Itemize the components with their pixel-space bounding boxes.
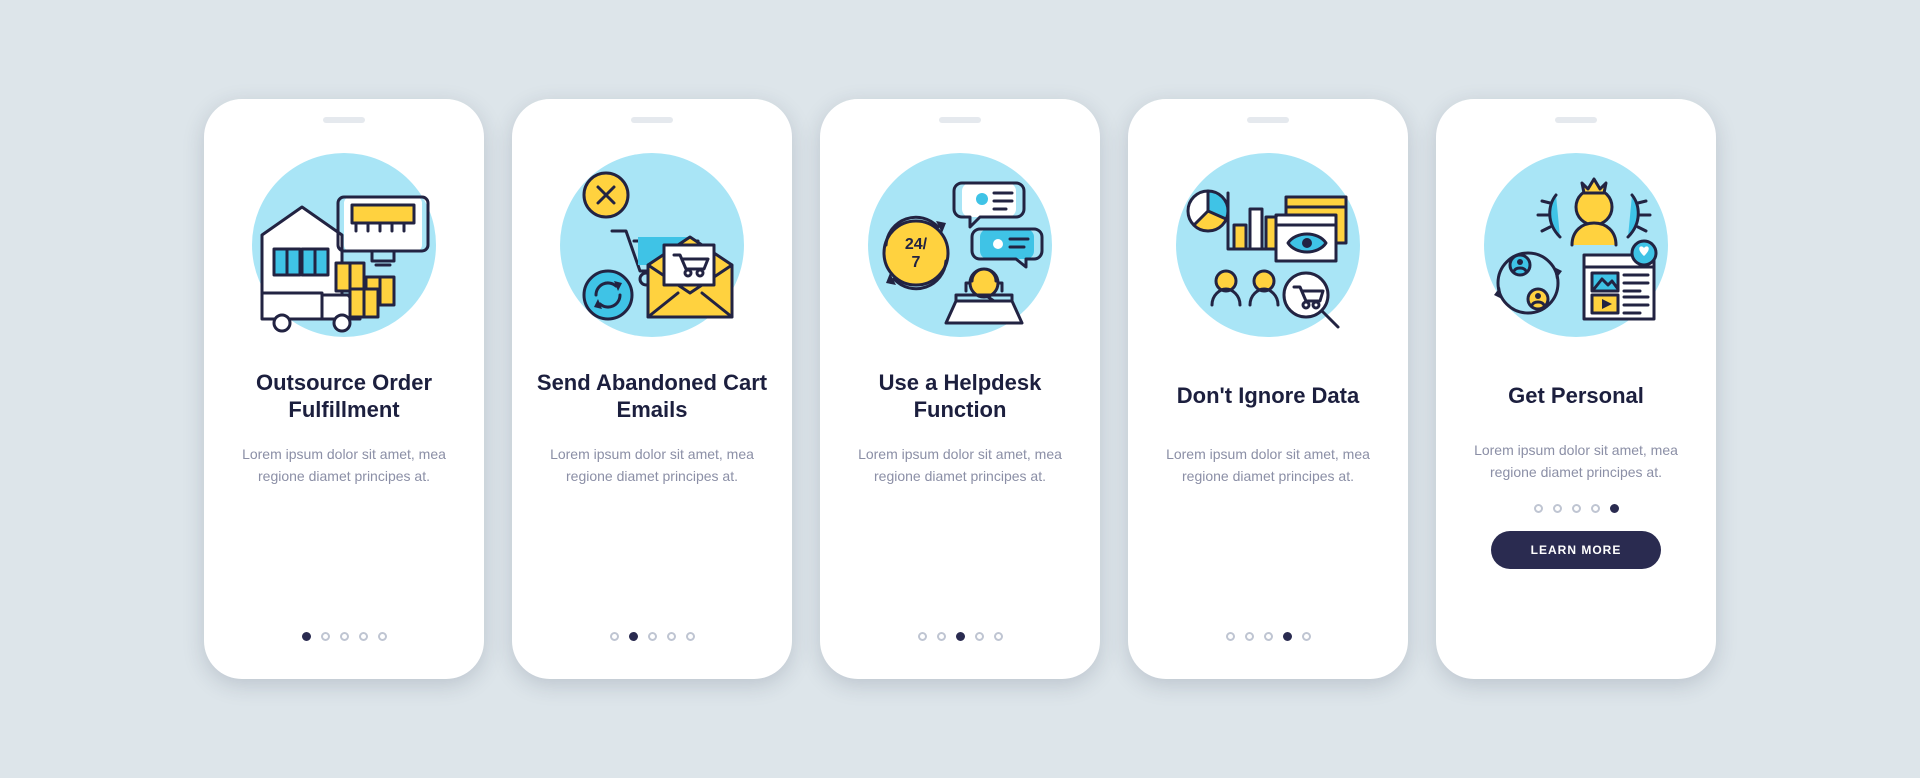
page-dot[interactable]	[1283, 632, 1292, 641]
onboarding-card: Outsource Order Fulfillment Lorem ipsum …	[204, 99, 484, 679]
page-dot[interactable]	[378, 632, 387, 641]
warehouse-shipping-icon	[244, 145, 444, 345]
page-dot[interactable]	[1610, 504, 1619, 513]
onboarding-card: Don't Ignore Data Lorem ipsum dolor sit …	[1128, 99, 1408, 679]
page-dot[interactable]	[956, 632, 965, 641]
page-dot[interactable]	[1553, 504, 1562, 513]
page-dot[interactable]	[340, 632, 349, 641]
abandoned-cart-email-icon	[552, 145, 752, 345]
page-dot[interactable]	[1302, 632, 1311, 641]
page-dot[interactable]	[321, 632, 330, 641]
analytics-data-icon	[1168, 145, 1368, 345]
svg-text:24/: 24/	[905, 236, 928, 253]
page-dot[interactable]	[610, 632, 619, 641]
phone-notch	[1555, 117, 1597, 123]
card-description: Lorem ipsum dolor sit amet, mea regione …	[1461, 439, 1691, 484]
onboarding-card: Send Abandoned Cart Emails Lorem ipsum d…	[512, 99, 792, 679]
helpdesk-support-icon: 24/ 7	[860, 145, 1060, 345]
pagination-dots	[1534, 504, 1619, 513]
page-dot[interactable]	[359, 632, 368, 641]
pagination-dots	[302, 632, 387, 641]
page-dot[interactable]	[994, 632, 1003, 641]
card-description: Lorem ipsum dolor sit amet, mea regione …	[229, 443, 459, 488]
onboarding-carousel: Outsource Order Fulfillment Lorem ipsum …	[184, 79, 1736, 699]
card-description: Lorem ipsum dolor sit amet, mea regione …	[845, 443, 1075, 488]
phone-notch	[1247, 117, 1289, 123]
page-dot[interactable]	[918, 632, 927, 641]
phone-notch	[323, 117, 365, 123]
learn-more-button[interactable]: LEARN MORE	[1491, 531, 1661, 569]
personal-user-icon	[1476, 145, 1676, 345]
pagination-dots	[610, 632, 695, 641]
page-dot[interactable]	[1226, 632, 1235, 641]
card-description: Lorem ipsum dolor sit amet, mea regione …	[1153, 443, 1383, 488]
page-dot[interactable]	[1264, 632, 1273, 641]
card-title: Don't Ignore Data	[1177, 367, 1359, 425]
svg-text:7: 7	[912, 254, 921, 271]
card-title: Send Abandoned Cart Emails	[536, 367, 768, 425]
page-dot[interactable]	[1245, 632, 1254, 641]
card-title: Get Personal	[1508, 367, 1644, 425]
card-title: Use a Helpdesk Function	[844, 367, 1076, 425]
page-dot[interactable]	[975, 632, 984, 641]
pagination-dots	[918, 632, 1003, 641]
phone-notch	[939, 117, 981, 123]
page-dot[interactable]	[1572, 504, 1581, 513]
page-dot[interactable]	[667, 632, 676, 641]
card-description: Lorem ipsum dolor sit amet, mea regione …	[537, 443, 767, 488]
page-dot[interactable]	[1534, 504, 1543, 513]
page-dot[interactable]	[302, 632, 311, 641]
phone-notch	[631, 117, 673, 123]
card-title: Outsource Order Fulfillment	[228, 367, 460, 425]
page-dot[interactable]	[648, 632, 657, 641]
pagination-dots	[1226, 632, 1311, 641]
onboarding-card: Get Personal Lorem ipsum dolor sit amet,…	[1436, 99, 1716, 679]
page-dot[interactable]	[629, 632, 638, 641]
onboarding-card: 24/ 7 Use a Helpdesk Function Lorem ipsu…	[820, 99, 1100, 679]
page-dot[interactable]	[686, 632, 695, 641]
page-dot[interactable]	[937, 632, 946, 641]
page-dot[interactable]	[1591, 504, 1600, 513]
